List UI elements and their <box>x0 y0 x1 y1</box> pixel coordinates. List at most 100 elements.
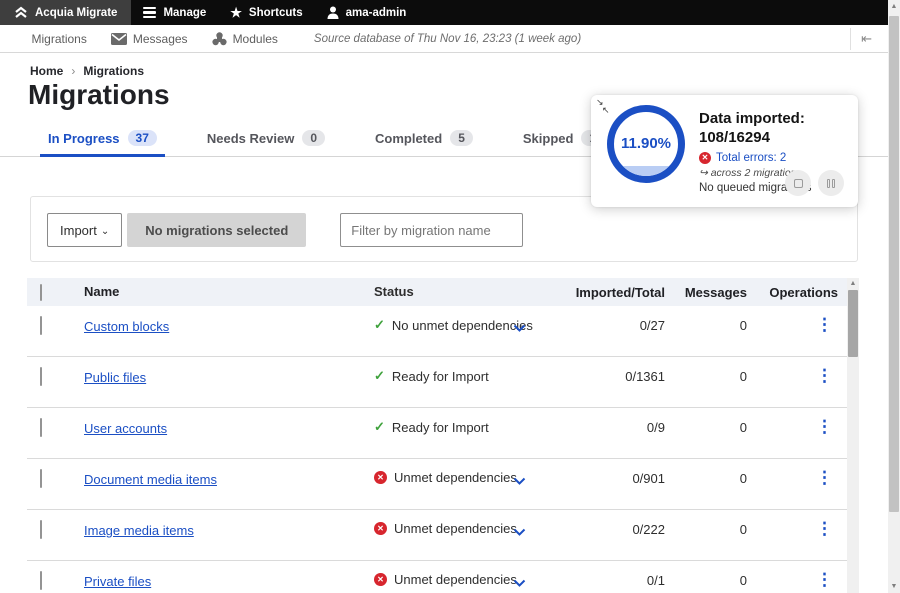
imported-total-value: 0/222 <box>632 522 665 537</box>
row-checkbox[interactable] <box>40 520 42 539</box>
stop-icon <box>794 179 803 188</box>
operations-kebab-icon[interactable]: ⋮ <box>816 316 833 335</box>
grid-icon <box>12 32 26 46</box>
toolbar-collapse-button[interactable]: ⇤ <box>850 28 882 50</box>
migration-link[interactable]: User accounts <box>84 421 167 436</box>
import-dropdown-button[interactable]: Import ⌄ <box>47 213 122 247</box>
messages-count: 0 <box>740 573 747 588</box>
page-scrollbar: ▲ ▼ <box>888 0 900 593</box>
operations-kebab-icon[interactable]: ⋮ <box>816 418 833 437</box>
tab-count-badge: 37 <box>128 130 157 146</box>
table-scrollbar: ▲ <box>847 278 859 593</box>
messages-count: 0 <box>740 522 747 537</box>
row-checkbox[interactable] <box>40 418 42 437</box>
migration-link[interactable]: Document media items <box>84 472 217 487</box>
toolbar-item-messages[interactable]: Messages <box>99 32 200 46</box>
messages-count: 0 <box>740 471 747 486</box>
pause-icon <box>827 179 835 188</box>
stop-button[interactable] <box>785 170 811 196</box>
manage-menu[interactable]: Manage <box>131 0 218 25</box>
operations-kebab-icon[interactable]: ⋮ <box>816 571 833 590</box>
progress-card-actions <box>785 170 844 196</box>
operations-kebab-icon[interactable]: ⋮ <box>816 367 833 386</box>
status-text: Unmet dependencies <box>394 470 517 485</box>
tab-label: In Progress <box>48 131 120 146</box>
page-scrollbar-thumb[interactable] <box>889 16 899 512</box>
header-imported-total: Imported/Total <box>576 285 665 300</box>
progress-donut: 11.90% <box>607 105 685 183</box>
admin-toolbar: Acquia Migrate Manage ★ Shortcuts ama-ad… <box>0 0 888 25</box>
tab-completed[interactable]: Completed 5 <box>375 124 473 156</box>
import-label: Import <box>60 223 97 238</box>
brand-label: Acquia Migrate <box>35 7 117 19</box>
table-scrollbar-thumb[interactable] <box>848 290 858 357</box>
manage-label: Manage <box>163 7 206 19</box>
table-row: User accounts ✓Ready for Import 0/9 0 ⋮ <box>27 408 847 459</box>
expand-chevron-icon[interactable] <box>513 523 526 541</box>
data-imported-label: Data imported: <box>699 109 851 128</box>
row-checkbox[interactable] <box>40 367 42 386</box>
imported-total-value: 0/27 <box>640 318 665 333</box>
page-title: Migrations <box>28 79 170 111</box>
migration-filter-input[interactable] <box>340 213 523 247</box>
migration-link[interactable]: Private files <box>84 574 151 589</box>
row-checkbox[interactable] <box>40 571 42 590</box>
migration-link[interactable]: Image media items <box>84 523 194 538</box>
migration-link[interactable]: Public files <box>84 370 146 385</box>
pause-button[interactable] <box>818 170 844 196</box>
tab-in-progress[interactable]: In Progress 37 <box>48 124 157 156</box>
migration-link[interactable]: Custom blocks <box>84 319 169 334</box>
shortcuts-menu[interactable]: ★ Shortcuts <box>218 0 314 25</box>
expand-chevron-icon[interactable] <box>513 574 526 592</box>
select-all-checkbox[interactable] <box>40 284 42 301</box>
source-database-note: Source database of Thu Nov 16, 23:23 (1 … <box>314 33 581 45</box>
migrations-label: Migrations <box>32 32 87 46</box>
operations-kebab-icon[interactable]: ⋮ <box>816 520 833 539</box>
double-chevron-up-icon <box>14 6 28 19</box>
imported-total-value: 0/1361 <box>625 369 665 384</box>
table-row: Custom blocks ✓No unmet dependencies 0/2… <box>27 306 847 357</box>
brand-acquia-migrate[interactable]: Acquia Migrate <box>0 0 131 25</box>
table-row: Public files ✓Ready for Import 0/1361 0 … <box>27 357 847 408</box>
tab-needs-review[interactable]: Needs Review 0 <box>207 124 325 156</box>
envelope-icon <box>111 33 127 45</box>
imported-total-value: 0/1 <box>647 573 665 588</box>
status-text: Ready for Import <box>392 420 489 435</box>
shortcuts-label: Shortcuts <box>249 7 303 19</box>
tab-label: Needs Review <box>207 131 294 146</box>
hamburger-icon <box>143 7 156 18</box>
tab-label: Skipped <box>523 131 574 146</box>
scroll-up-icon[interactable]: ▲ <box>888 3 900 10</box>
error-circle-icon: ✕ <box>374 573 387 586</box>
modules-label: Modules <box>233 32 278 46</box>
no-migrations-selected-button[interactable]: No migrations selected <box>127 213 306 247</box>
resize-handle-icon[interactable]: ↘↖ <box>596 98 614 116</box>
chevron-down-icon: ⌄ <box>101 226 109 237</box>
table-row: Private files ✕Unmet dependencies 0/1 0 … <box>27 561 847 593</box>
expand-chevron-icon[interactable] <box>513 319 526 337</box>
messages-label: Messages <box>133 32 188 46</box>
modules-icon <box>212 32 227 46</box>
row-checkbox[interactable] <box>40 316 42 335</box>
total-errors-link[interactable]: ✕ Total errors: 2 <box>699 152 851 164</box>
breadcrumb-separator: › <box>71 64 75 78</box>
expand-chevron-icon[interactable] <box>513 472 526 490</box>
progress-fill <box>614 166 678 176</box>
app-window: Acquia Migrate Manage ★ Shortcuts ama-ad… <box>0 0 900 593</box>
error-circle-icon: ✕ <box>374 522 387 535</box>
tab-count-badge: 5 <box>450 130 473 146</box>
migrations-table: Name Status Imported/Total Messages Oper… <box>27 278 847 593</box>
error-circle-icon: ✕ <box>374 471 387 484</box>
toolbar-item-migrations[interactable]: Migrations <box>0 32 99 46</box>
breadcrumb-home-link[interactable]: Home <box>30 64 63 78</box>
breadcrumb: Home › Migrations <box>30 64 144 78</box>
header-operations: Operations <box>769 285 838 300</box>
status-text: No unmet dependencies <box>392 318 533 333</box>
operations-kebab-icon[interactable]: ⋮ <box>816 469 833 488</box>
user-menu[interactable]: ama-admin <box>315 0 419 25</box>
total-errors-label: Total errors: 2 <box>716 152 786 164</box>
row-checkbox[interactable] <box>40 469 42 488</box>
scroll-up-icon[interactable]: ▲ <box>847 280 859 287</box>
toolbar-item-modules[interactable]: Modules <box>200 32 290 46</box>
scroll-down-icon[interactable]: ▼ <box>888 583 900 590</box>
